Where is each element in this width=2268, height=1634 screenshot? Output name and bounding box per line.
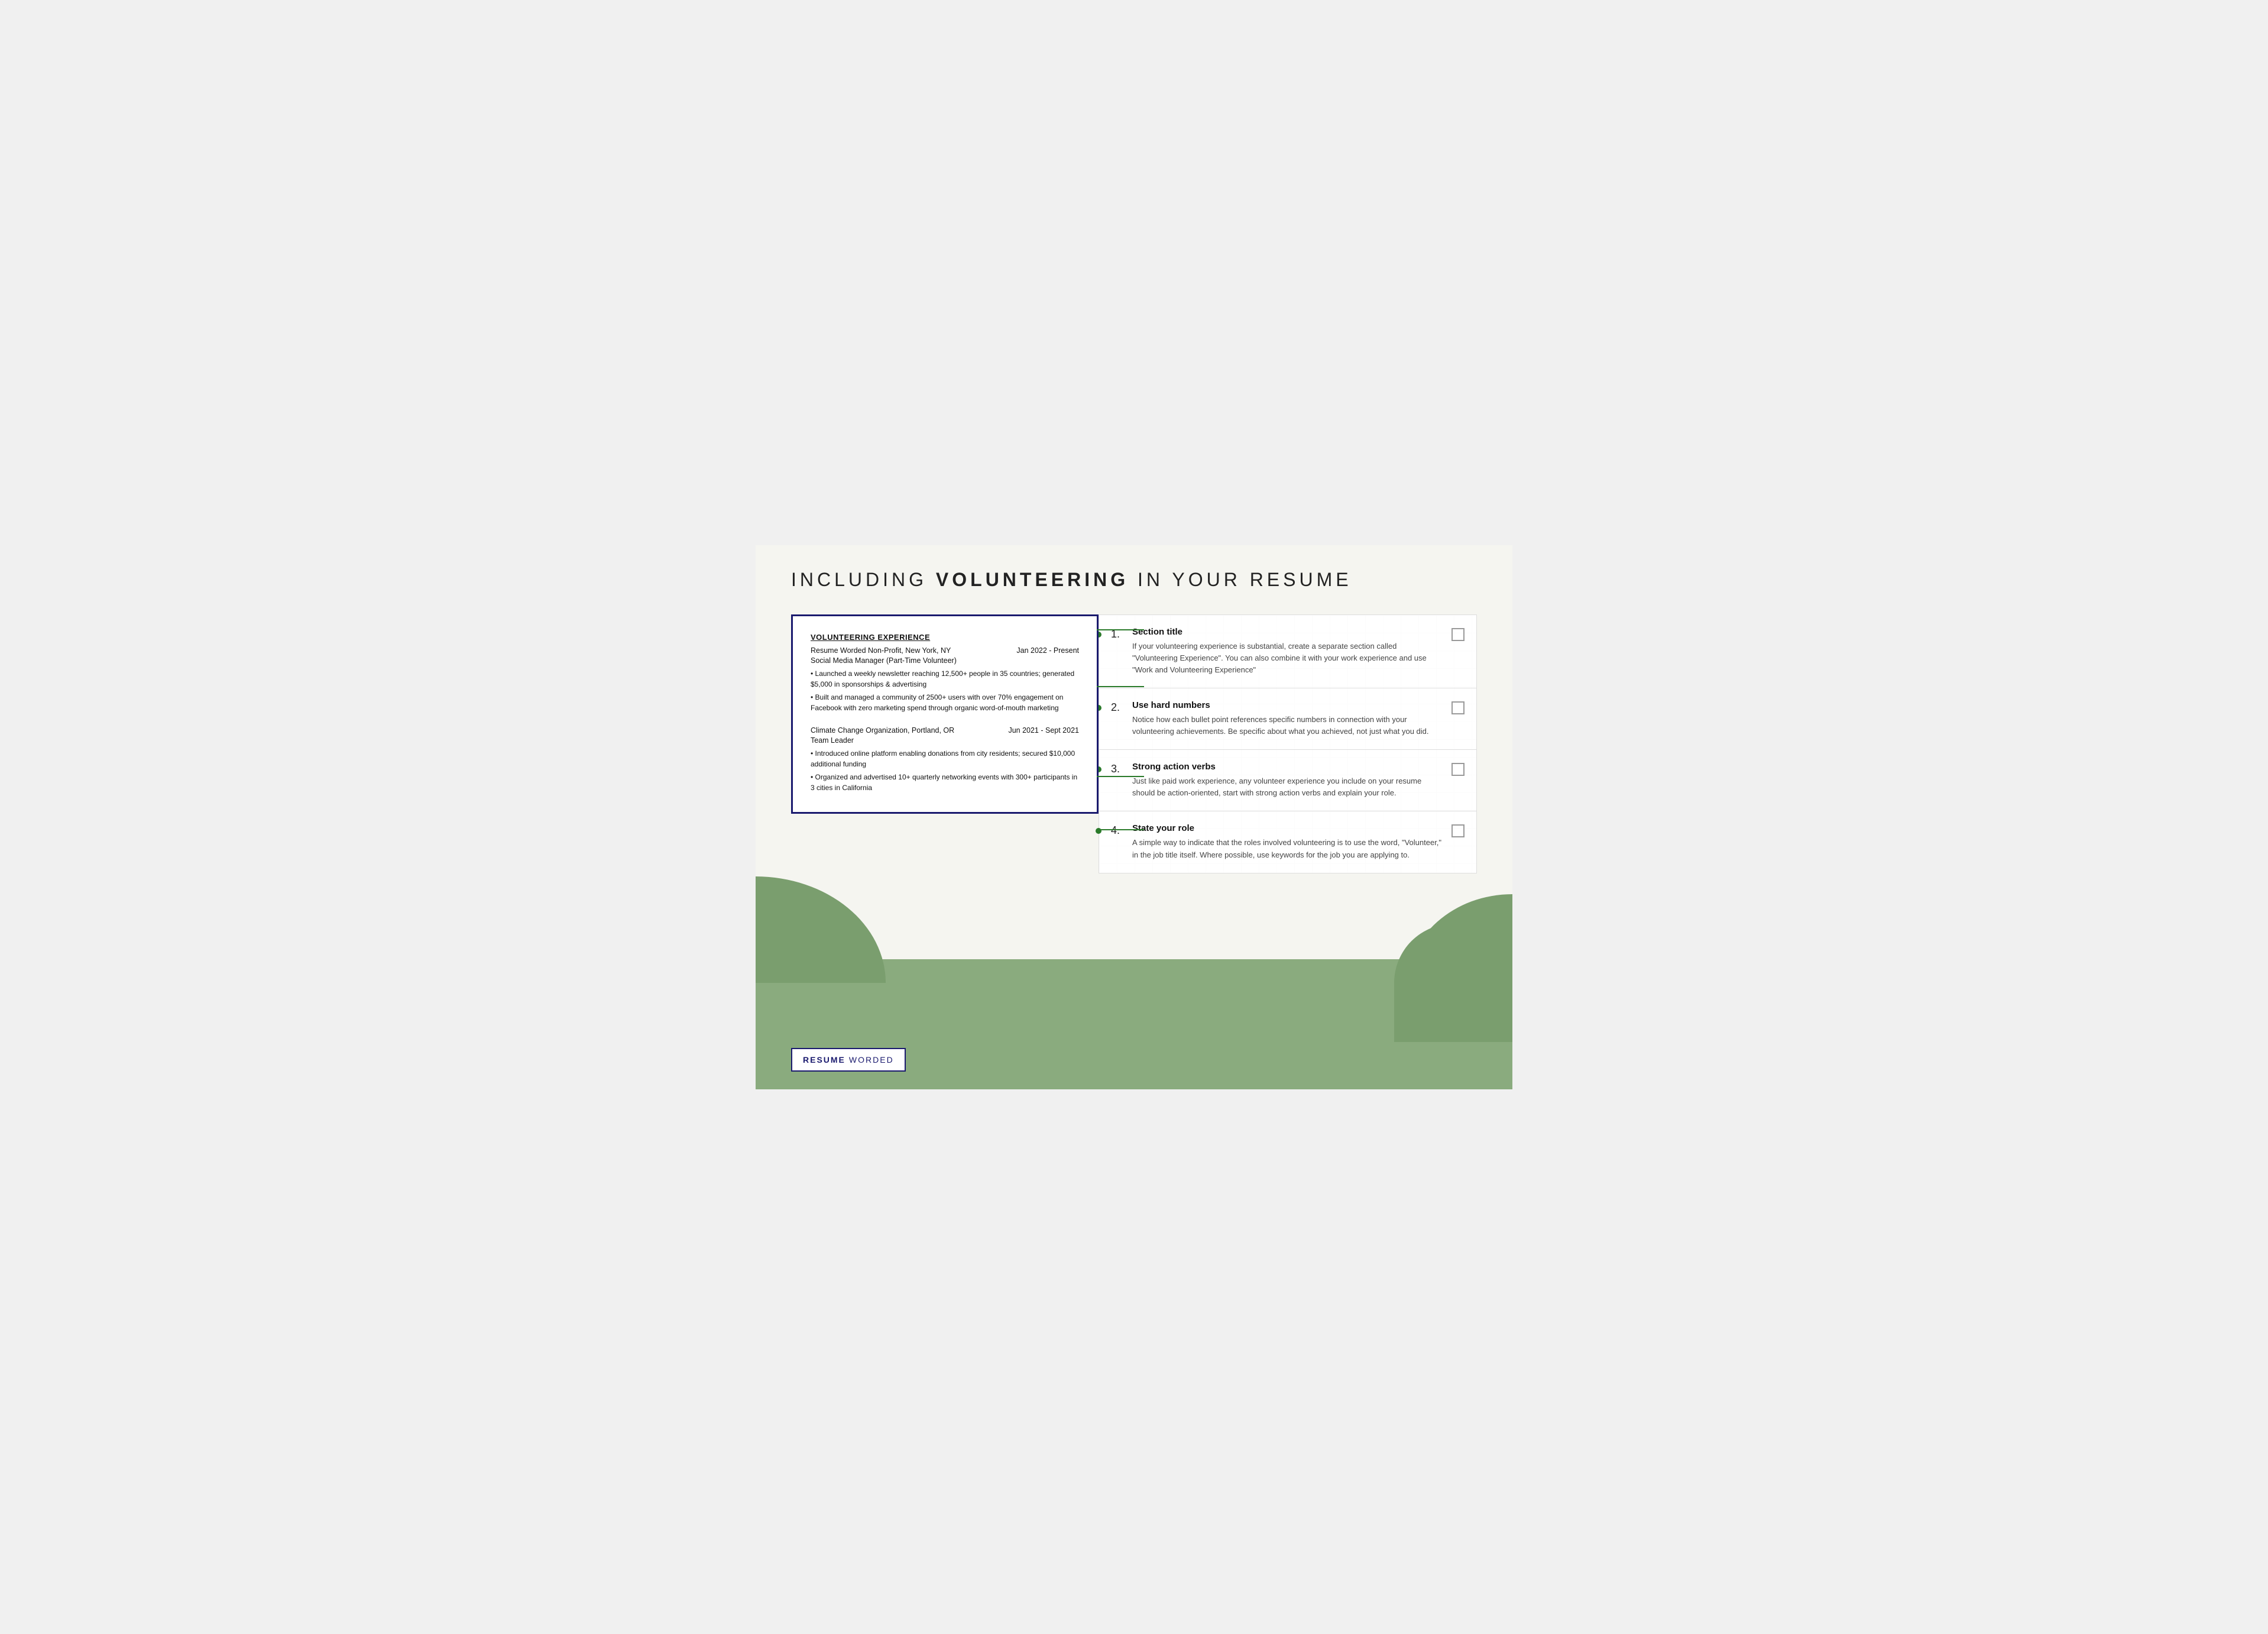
main-title: INCLUDING VOLUNTEERING IN YOUR RESUME bbox=[791, 569, 1477, 591]
tip-title-4: State your role bbox=[1132, 823, 1442, 833]
tip-text-1: If your volunteering experience is subst… bbox=[1132, 640, 1442, 676]
title-suffix: IN YOUR RESUME bbox=[1129, 569, 1352, 590]
resume-entry1-bullet2: • Built and managed a community of 2500+… bbox=[811, 692, 1079, 713]
resume-entry1-date: Jan 2022 - Present bbox=[1016, 646, 1079, 655]
resume-spacer bbox=[811, 716, 1079, 726]
resume-entry2-org: Climate Change Organization, Portland, O… bbox=[811, 726, 954, 735]
connector-line-4 bbox=[1097, 829, 1144, 830]
tip-checkbox-4[interactable] bbox=[1451, 824, 1465, 837]
tip-checkbox-1[interactable] bbox=[1451, 628, 1465, 641]
tip-checkbox-3[interactable] bbox=[1451, 763, 1465, 776]
tip-item-4: 4. State your role A simple way to indic… bbox=[1099, 811, 1476, 872]
title-bold: VOLUNTEERING bbox=[936, 569, 1129, 590]
resume-panel: VOLUNTEERING EXPERIENCE Resume Worded No… bbox=[791, 614, 1099, 814]
tip-number-2: 2. bbox=[1111, 700, 1132, 714]
tip-text-4: A simple way to indicate that the roles … bbox=[1132, 837, 1442, 860]
tip-number-3: 3. bbox=[1111, 762, 1132, 775]
tip-content-1: Section title If your volunteering exper… bbox=[1132, 627, 1442, 676]
tip-title-2: Use hard numbers bbox=[1132, 700, 1442, 710]
content-area: INCLUDING VOLUNTEERING IN YOUR RESUME VO… bbox=[791, 569, 1477, 873]
resume-entry2-date: Jun 2021 - Sept 2021 bbox=[1008, 726, 1079, 735]
tips-panel: 1. Section title If your volunteering ex… bbox=[1099, 614, 1477, 873]
tip-content-2: Use hard numbers Notice how each bullet … bbox=[1132, 700, 1442, 737]
tip-number-4: 4. bbox=[1111, 823, 1132, 837]
tip-title-3: Strong action verbs bbox=[1132, 762, 1442, 772]
tip-item-3: 3. Strong action verbs Just like paid wo… bbox=[1099, 750, 1476, 811]
tip-content-3: Strong action verbs Just like paid work … bbox=[1132, 762, 1442, 799]
resume-entry1-org: Resume Worded Non-Profit, New York, NY bbox=[811, 646, 951, 655]
tip-content-4: State your role A simple way to indicate… bbox=[1132, 823, 1442, 860]
tip-title-1: Section title bbox=[1132, 627, 1442, 637]
logo-box: RESUME WORDED bbox=[791, 1048, 906, 1072]
connector-line-2 bbox=[1097, 686, 1144, 687]
resume-section-title: VOLUNTEERING EXPERIENCE bbox=[811, 633, 1079, 642]
tip-checkbox-2[interactable] bbox=[1451, 701, 1465, 714]
resume-entry1-bullet1: • Launched a weekly newsletter reaching … bbox=[811, 668, 1079, 690]
connector-line-1 bbox=[1097, 629, 1144, 630]
connector-line-3 bbox=[1097, 776, 1144, 777]
title-prefix: INCLUDING bbox=[791, 569, 936, 590]
green-hill-left bbox=[756, 876, 886, 983]
tip-text-3: Just like paid work experience, any volu… bbox=[1132, 775, 1442, 799]
logo-worded-text: WORDED bbox=[849, 1055, 894, 1064]
logo-resume-text: RESUME bbox=[803, 1055, 845, 1064]
resume-entry2-org-line: Climate Change Organization, Portland, O… bbox=[811, 726, 1079, 735]
resume-entry2-bullet1: • Introduced online platform enabling do… bbox=[811, 748, 1079, 769]
resume-entry1-role: Social Media Manager (Part-Time Voluntee… bbox=[811, 656, 1079, 665]
resume-entry2-role: Team Leader bbox=[811, 736, 1079, 745]
page-wrapper: INCLUDING VOLUNTEERING IN YOUR RESUME VO… bbox=[756, 545, 1512, 1089]
tip-text-2: Notice how each bullet point references … bbox=[1132, 714, 1442, 737]
logo-area: RESUME WORDED bbox=[791, 1048, 906, 1072]
tip-item-2: 2. Use hard numbers Notice how each bull… bbox=[1099, 688, 1476, 750]
resume-entry2-bullet2: • Organized and advertised 10+ quarterly… bbox=[811, 772, 1079, 793]
green-hill-right bbox=[1406, 894, 1512, 989]
tip-item-1: 1. Section title If your volunteering ex… bbox=[1099, 615, 1476, 688]
two-column-layout: VOLUNTEERING EXPERIENCE Resume Worded No… bbox=[791, 614, 1477, 873]
resume-entry1-org-line: Resume Worded Non-Profit, New York, NY J… bbox=[811, 646, 1079, 655]
